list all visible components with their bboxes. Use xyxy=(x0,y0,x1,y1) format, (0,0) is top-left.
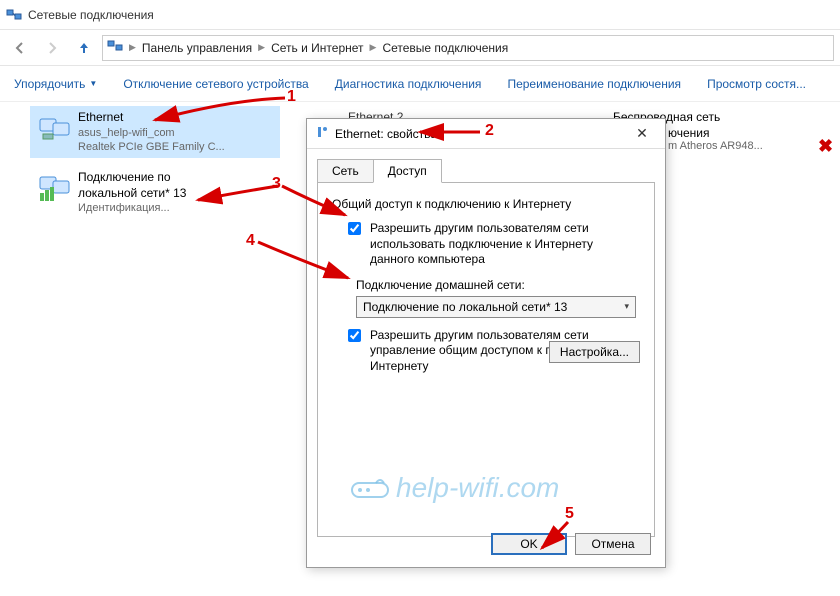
rename-button[interactable]: Переименование подключения xyxy=(507,77,681,91)
annotation-2: 2 xyxy=(485,122,494,140)
ok-label: OK xyxy=(520,537,537,551)
command-bar: Упорядочить ▼ Отключение сетевого устрой… xyxy=(0,66,840,102)
breadcrumb-icon xyxy=(107,38,123,57)
up-button[interactable] xyxy=(70,34,98,62)
chevron-down-icon: ▼ xyxy=(89,79,97,88)
chevron-down-icon: ▾ xyxy=(624,301,629,312)
dialog-buttons: OK Отмена xyxy=(491,533,651,555)
sharing-group-label: Общий доступ к подключению к Интернету xyxy=(332,197,640,211)
chevron-right-icon: ▶ xyxy=(258,42,265,53)
organize-label: Упорядочить xyxy=(14,77,85,91)
dialog-title: Ethernet: свойства xyxy=(335,127,437,141)
lan-icon xyxy=(36,170,72,206)
connection-name: Ethernet xyxy=(78,110,225,126)
allow-sharing-checkbox-row[interactable]: Разрешить другим пользователям сети испо… xyxy=(344,221,640,268)
chevron-right-icon: ▶ xyxy=(129,42,136,53)
organize-menu[interactable]: Упорядочить ▼ xyxy=(14,77,97,91)
address-bar-row: ▶ Панель управления ▶ Сеть и Интернет ▶ … xyxy=(0,30,840,66)
connection-device: Realtek PCIe GBE Family C... xyxy=(78,140,225,154)
annotation-4: 4 xyxy=(246,232,255,250)
ok-button[interactable]: OK xyxy=(491,533,567,555)
dialog-icon xyxy=(315,125,329,142)
breadcrumb-leaf[interactable]: Сетевые подключения xyxy=(382,41,508,55)
view-state-button[interactable]: Просмотр состя... xyxy=(707,77,806,91)
cancel-label: Отмена xyxy=(591,537,634,551)
content-area: Ethernet asus_help-wifi_com Realtek PCIe… xyxy=(0,102,840,596)
connection-lan[interactable]: Подключение по локальной сети* 13 Иденти… xyxy=(30,166,280,219)
chevron-right-icon: ▶ xyxy=(370,42,377,53)
home-network-label: Подключение домашней сети: xyxy=(356,278,640,292)
window-title: Сетевые подключения xyxy=(28,8,154,22)
disable-device-button[interactable]: Отключение сетевого устройства xyxy=(123,77,308,91)
allow-control-checkbox[interactable] xyxy=(348,329,361,342)
breadcrumb-root[interactable]: Панель управления xyxy=(142,41,252,55)
home-network-value: Подключение по локальной сети* 13 xyxy=(363,300,567,314)
tab-bar: Сеть Доступ xyxy=(307,149,665,183)
allow-sharing-label: Разрешить другим пользователям сети испо… xyxy=(370,221,640,268)
breadcrumb-mid[interactable]: Сеть и Интернет xyxy=(271,41,363,55)
home-network-select[interactable]: Подключение по локальной сети* 13 ▾ xyxy=(356,296,636,318)
breadcrumb-bar[interactable]: ▶ Панель управления ▶ Сеть и Интернет ▶ … xyxy=(102,35,834,61)
connection-status: asus_help-wifi_com xyxy=(78,126,225,140)
forward-button[interactable] xyxy=(38,34,66,62)
cancel-button[interactable]: Отмена xyxy=(575,533,651,555)
connection-ethernet[interactable]: Ethernet asus_help-wifi_com Realtek PCIe… xyxy=(30,106,280,158)
connection-name: Подключение по локальной сети* 13 xyxy=(78,170,228,201)
connection-status: Идентификация... xyxy=(78,201,228,215)
configure-button[interactable]: Настройка... xyxy=(549,341,640,363)
properties-dialog: Ethernet: свойства ✕ Сеть Доступ Общий д… xyxy=(306,118,666,568)
window-icon xyxy=(6,7,22,23)
allow-sharing-checkbox[interactable] xyxy=(348,222,361,235)
diagnose-button[interactable]: Диагностика подключения xyxy=(335,77,482,91)
tab-access[interactable]: Доступ xyxy=(373,159,442,183)
window-titlebar: Сетевые подключения xyxy=(0,0,840,30)
back-button[interactable] xyxy=(6,34,34,62)
annotation-5: 5 xyxy=(565,505,574,523)
annotation-3: 3 xyxy=(272,175,281,193)
annotation-1: 1 xyxy=(287,88,296,106)
tab-content: Общий доступ к подключению к Интернету Р… xyxy=(317,182,655,537)
configure-label: Настройка... xyxy=(560,345,629,359)
close-button[interactable]: ✕ xyxy=(627,125,657,142)
disabled-x-icon: ✖ xyxy=(818,136,833,157)
ethernet-icon xyxy=(36,110,72,146)
tab-network[interactable]: Сеть xyxy=(317,159,374,183)
